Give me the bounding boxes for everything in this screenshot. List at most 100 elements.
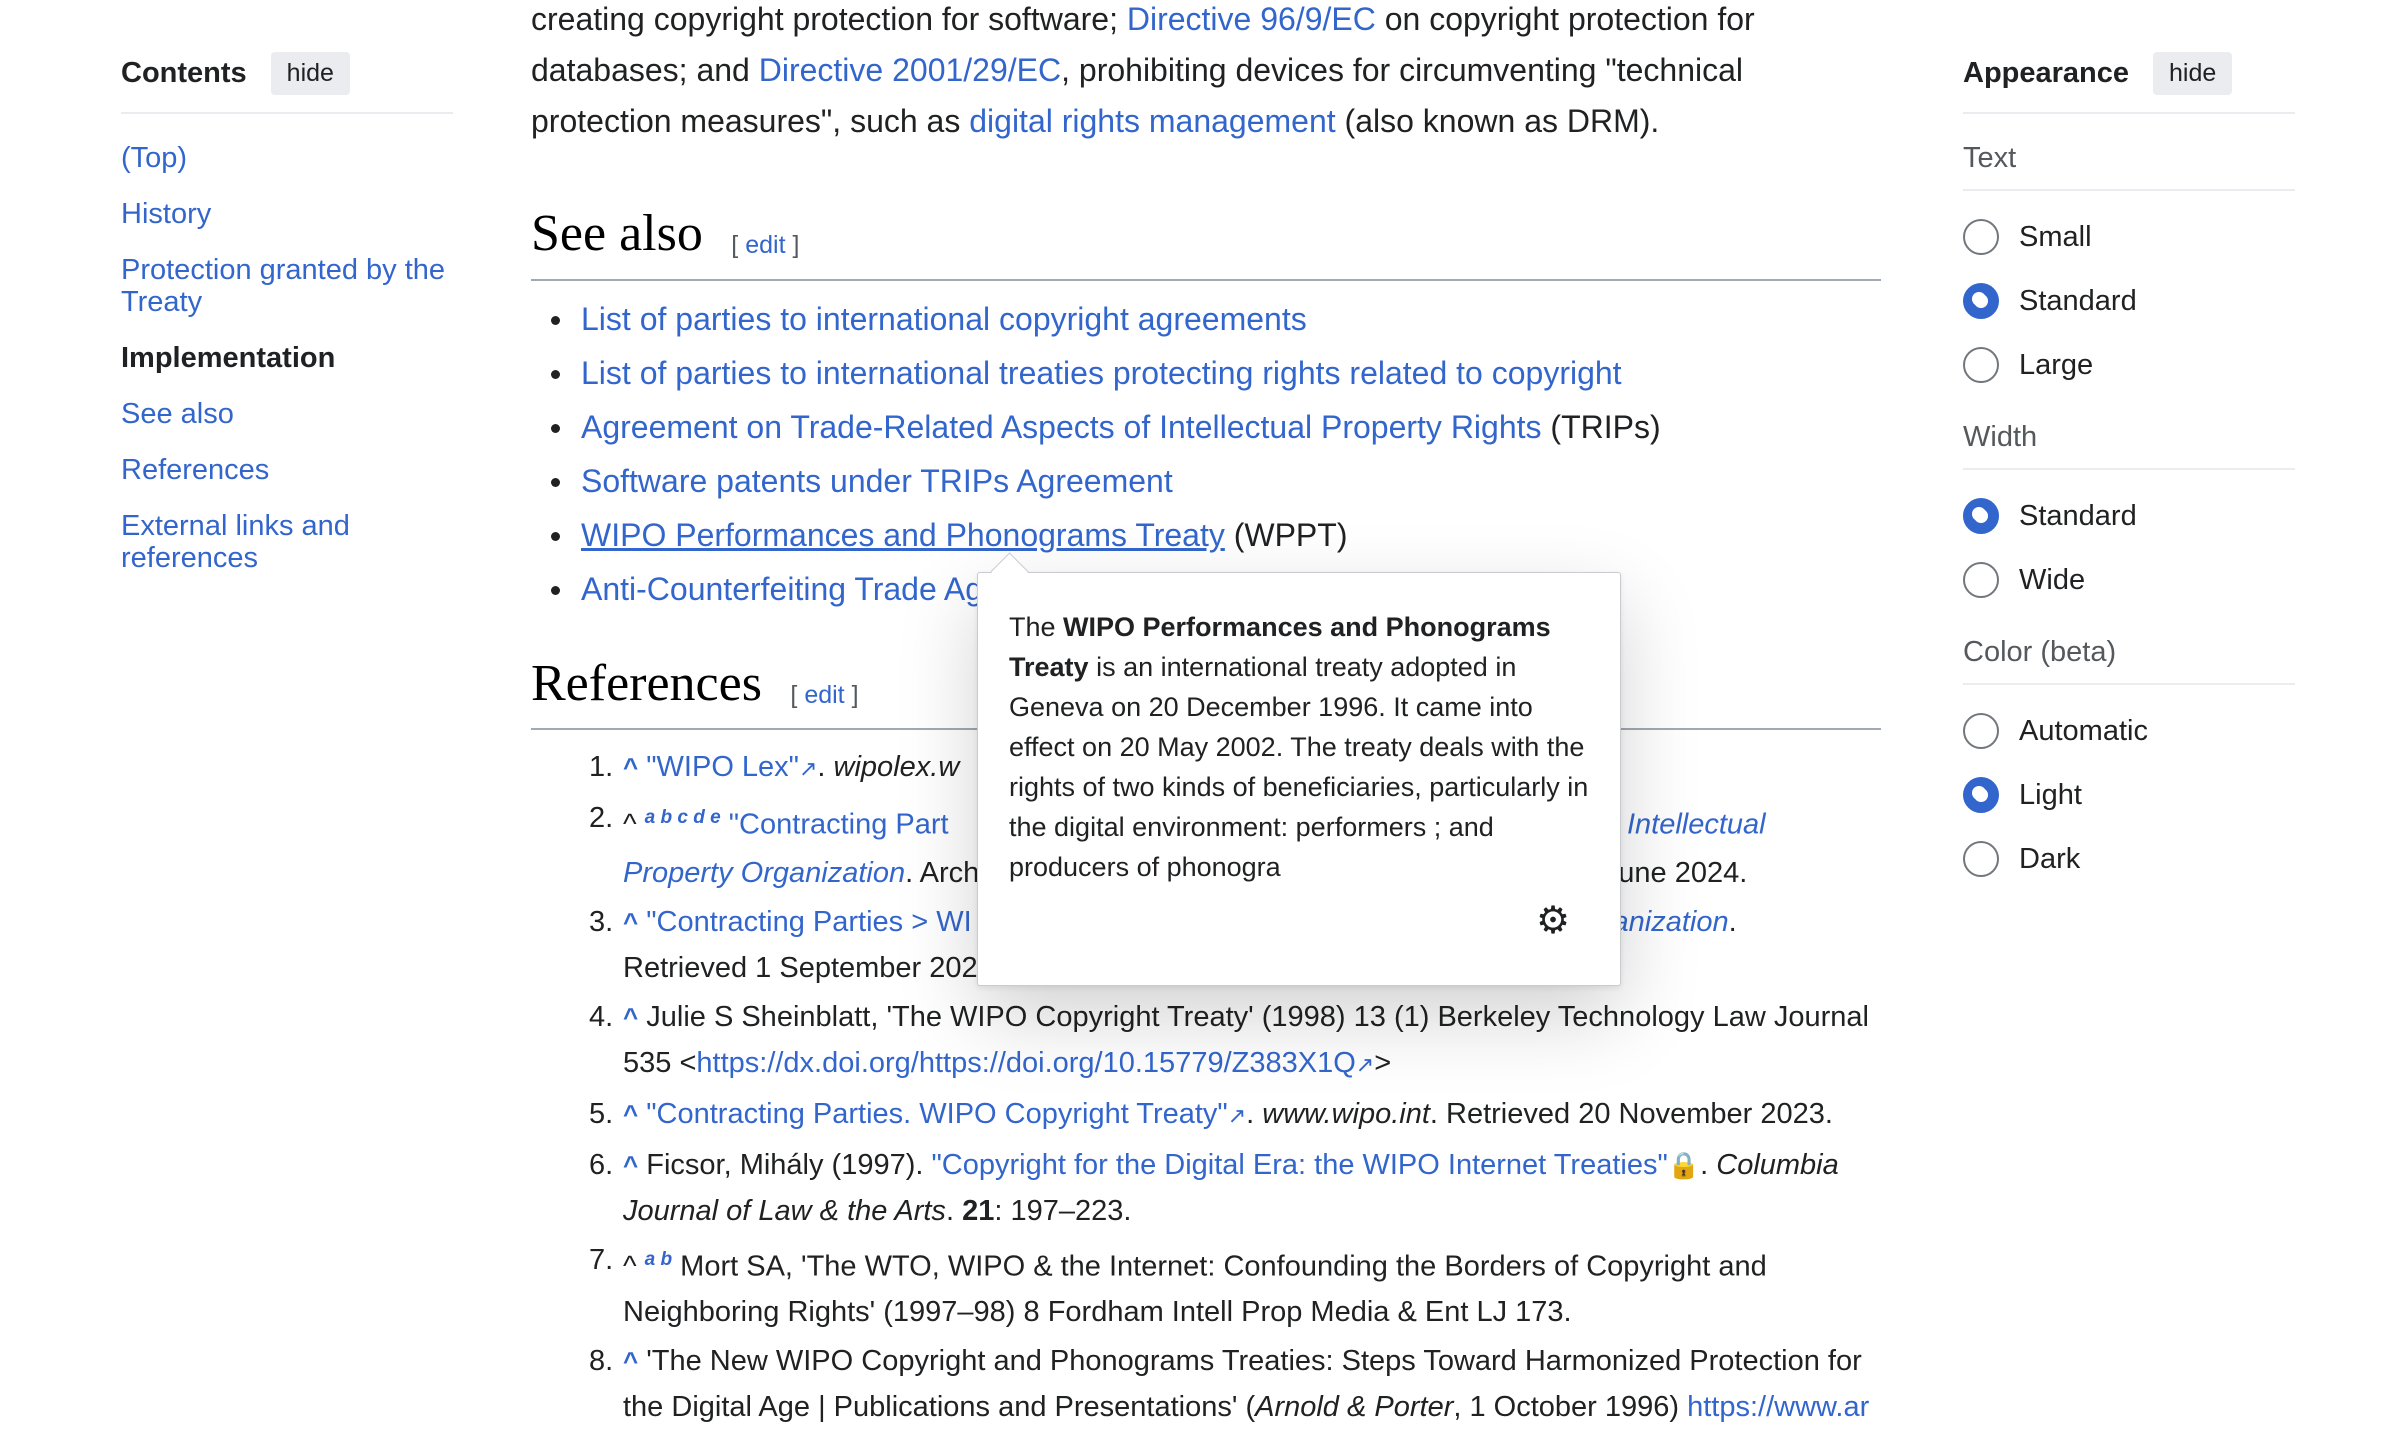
width-wide-option[interactable]: Wide [1963, 560, 2295, 600]
radio-label: Light [2019, 778, 2082, 811]
toc-item-protection[interactable]: Protection granted by the Treaty [121, 254, 453, 318]
reference-link[interactable]: "Copyright for the Digital Era: the WIPO… [932, 1149, 1668, 1181]
external-link-icon: ↗ [798, 756, 818, 781]
table-of-contents: Contents hide (Top) History Protection g… [121, 50, 453, 598]
radio-label: Large [2019, 348, 2094, 381]
reference-item: 4. ^ Julie S Sheinblatt, 'The WIPO Copyr… [531, 994, 1881, 1088]
backlink-caret[interactable]: ^ [623, 1346, 638, 1376]
directive-96-9-link[interactable]: Directive 96/9/EC [1127, 1, 1376, 37]
text-size-large-option[interactable]: Large [1963, 345, 2295, 385]
radio-button[interactable] [1963, 841, 1999, 877]
reference-website: wipolex.w [833, 751, 960, 783]
toc-item-external-links[interactable]: External links and references [121, 510, 453, 574]
toc-hide-button[interactable]: hide [270, 51, 350, 95]
backlink-caret[interactable]: ^ [623, 752, 638, 782]
drm-link[interactable]: digital rights management [969, 103, 1335, 139]
toc-item-top[interactable]: (Top) [121, 142, 453, 174]
list-item: WIPO Performances and Phonograms Treaty … [531, 508, 1661, 562]
lock-icon: 🔒 [1667, 1149, 1701, 1180]
see-also-link[interactable]: List of parties to international copyrig… [581, 301, 1307, 337]
text-size-standard-option[interactable]: Standard [1963, 281, 2295, 321]
color-light-option[interactable]: Light [1963, 775, 2295, 815]
edit-bracket: ] [785, 231, 800, 260]
list-item: Agreement on Trade-Related Aspects of In… [531, 400, 1661, 454]
reference-link[interactable]: "Contracting Part [729, 809, 949, 841]
reference-text: Ficsor, Mihály (1997). [638, 1148, 932, 1181]
text-size-small-option[interactable]: Small [1963, 217, 2295, 257]
intro-paragraph: creating copyright protection for softwa… [531, 0, 1891, 147]
toc-item-references[interactable]: References [121, 454, 453, 486]
edit-bracket: ] [844, 681, 859, 710]
toc-item-history[interactable]: History [121, 198, 453, 230]
toc-list: (Top) History Protection granted by the … [121, 142, 453, 574]
see-also-edit-link[interactable]: edit [745, 231, 785, 259]
backlink-caret[interactable]: ^ [623, 1002, 638, 1032]
see-also-heading: See also [531, 205, 703, 262]
radio-button[interactable] [1963, 713, 1999, 749]
reference-text: . [1700, 1148, 1717, 1181]
reference-link[interactable]: "WIPO Lex" [646, 751, 799, 783]
reference-url-link[interactable]: https://www.ar [1687, 1391, 1869, 1423]
reference-text: . [1246, 1097, 1263, 1130]
doi-link[interactable]: https://dx.doi.org/https://doi.org/10.15… [696, 1047, 1355, 1079]
directive-2001-29-link[interactable]: Directive 2001/29/EC [759, 52, 1061, 88]
see-also-list: List of parties to international copyrig… [531, 292, 1661, 616]
appearance-hide-button[interactable]: hide [2153, 51, 2233, 95]
radio-button-checked[interactable] [1963, 498, 1999, 534]
backlink-caret[interactable]: ^ [623, 1099, 638, 1129]
radio-button[interactable] [1963, 219, 1999, 255]
reference-number: 7. [589, 1243, 614, 1276]
reference-text: > [1374, 1046, 1392, 1079]
reference-number: 1. [589, 751, 614, 783]
reference-text: . Retrieved 20 November 2023. [1429, 1097, 1833, 1130]
see-also-link[interactable]: Software patents under TRIPs Agreement [581, 463, 1173, 499]
see-also-link-hovered[interactable]: WIPO Performances and Phonograms Treaty [581, 517, 1225, 553]
color-label: Color (beta) [1963, 636, 2117, 668]
reference-number: 2. [589, 802, 614, 834]
radio-button[interactable] [1963, 562, 1999, 598]
toc-title: Contents [121, 56, 247, 89]
radio-label: Standard [2019, 499, 2137, 532]
reference-number: 4. [589, 1000, 614, 1033]
reference-text: Retrieved 1 September 202 [623, 951, 978, 984]
reference-number: 8. [589, 1345, 614, 1378]
radio-label: Dark [2019, 842, 2081, 875]
see-also-link[interactable]: Anti-Counterfeiting Trade Ag [581, 571, 983, 607]
list-item: Software patents under TRIPs Agreement [531, 454, 1661, 508]
gear-icon[interactable]: ⚙ [1536, 898, 1570, 943]
color-dark-option[interactable]: Dark [1963, 839, 2295, 879]
radio-button-checked[interactable] [1963, 283, 1999, 319]
see-also-heading-block: See also [ edit ] [531, 204, 1881, 281]
backlink-letters[interactable]: a b [645, 1249, 672, 1270]
toc-item-see-also[interactable]: See also [121, 398, 453, 430]
see-also-link[interactable]: List of parties to international treatie… [581, 355, 1622, 391]
appearance-divider [1963, 112, 2295, 114]
page-preview-popup[interactable]: The WIPO Performances and Phonograms Tre… [977, 572, 1621, 986]
references-edit: [ edit ] [790, 681, 858, 709]
backlink-caret[interactable]: ^ [623, 1150, 638, 1180]
toc-header: Contents hide [121, 50, 453, 96]
toc-item-implementation[interactable]: Implementation [121, 342, 453, 374]
radio-button-checked[interactable] [1963, 777, 1999, 813]
edit-bracket: [ [731, 231, 746, 260]
reference-text: Mort SA, 'The WTO, WIPO & the Internet: … [623, 1250, 1767, 1329]
backlink-letters[interactable]: a b c d e [645, 807, 721, 828]
reference-link[interactable]: "Contracting Parties. WIPO Copyright Tre… [646, 1098, 1227, 1130]
see-also-edit: [ edit ] [731, 231, 799, 259]
reference-link[interactable]: "Contracting Parties > WI [646, 906, 971, 938]
width-standard-option[interactable]: Standard [1963, 496, 2295, 536]
reference-item: 8. ^ 'The New WIPO Copyright and Phonogr… [531, 1338, 1881, 1430]
backlink-caret[interactable]: ^ [623, 907, 638, 937]
reference-source: Arnold & Porter [1255, 1391, 1454, 1424]
radio-label: Standard [2019, 284, 2137, 317]
color-automatic-option[interactable]: Automatic [1963, 711, 2295, 751]
radio-button[interactable] [1963, 347, 1999, 383]
see-also-link[interactable]: Agreement on Trade-Related Aspects of In… [581, 409, 1542, 445]
volume-number: 21 [962, 1194, 995, 1227]
list-item-suffix: (WPPT) [1224, 517, 1348, 553]
reference-number: 3. [589, 905, 614, 938]
references-edit-link[interactable]: edit [804, 681, 844, 709]
reference-text: . [817, 751, 834, 783]
list-item: List of parties to international copyrig… [531, 292, 1661, 346]
preview-text-part: is an international treaty adopted in Ge… [1009, 652, 1589, 882]
